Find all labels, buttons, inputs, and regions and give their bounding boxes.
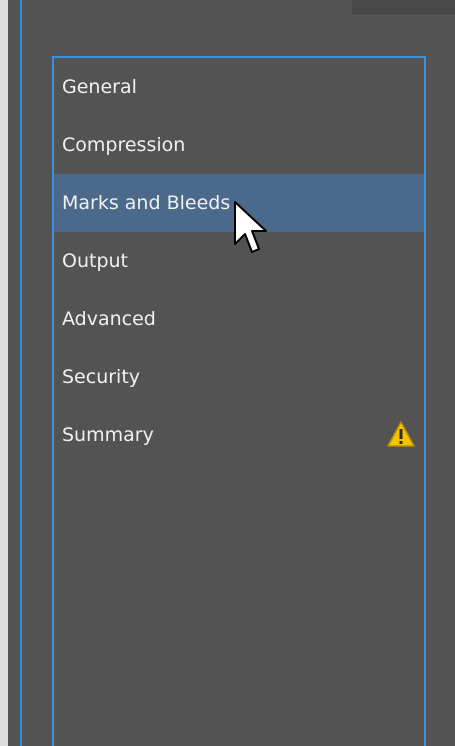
category-label: Advanced: [62, 308, 156, 330]
category-label: Output: [62, 250, 128, 272]
top-tab-edge: [352, 0, 455, 14]
warning-icon: [387, 421, 415, 447]
category-item-advanced[interactable]: Advanced: [54, 290, 424, 348]
category-item-general[interactable]: General: [54, 58, 424, 116]
category-list: General Compression Marks and Bleeds Out…: [54, 58, 424, 464]
category-item-security[interactable]: Security: [54, 348, 424, 406]
category-label: General: [62, 76, 137, 98]
category-label: Compression: [62, 134, 186, 156]
category-item-compression[interactable]: Compression: [54, 116, 424, 174]
category-label: Summary: [62, 424, 154, 446]
category-list-panel: General Compression Marks and Bleeds Out…: [52, 56, 426, 746]
left-accent-rule: [20, 0, 22, 746]
export-pdf-dialog: General Compression Marks and Bleeds Out…: [0, 0, 455, 746]
left-edge-strip: [0, 0, 8, 746]
category-label: Marks and Bleeds: [62, 192, 231, 214]
arrow-cursor-icon: [234, 201, 267, 253]
category-label: Security: [62, 366, 141, 388]
category-item-summary[interactable]: Summary: [54, 406, 424, 464]
